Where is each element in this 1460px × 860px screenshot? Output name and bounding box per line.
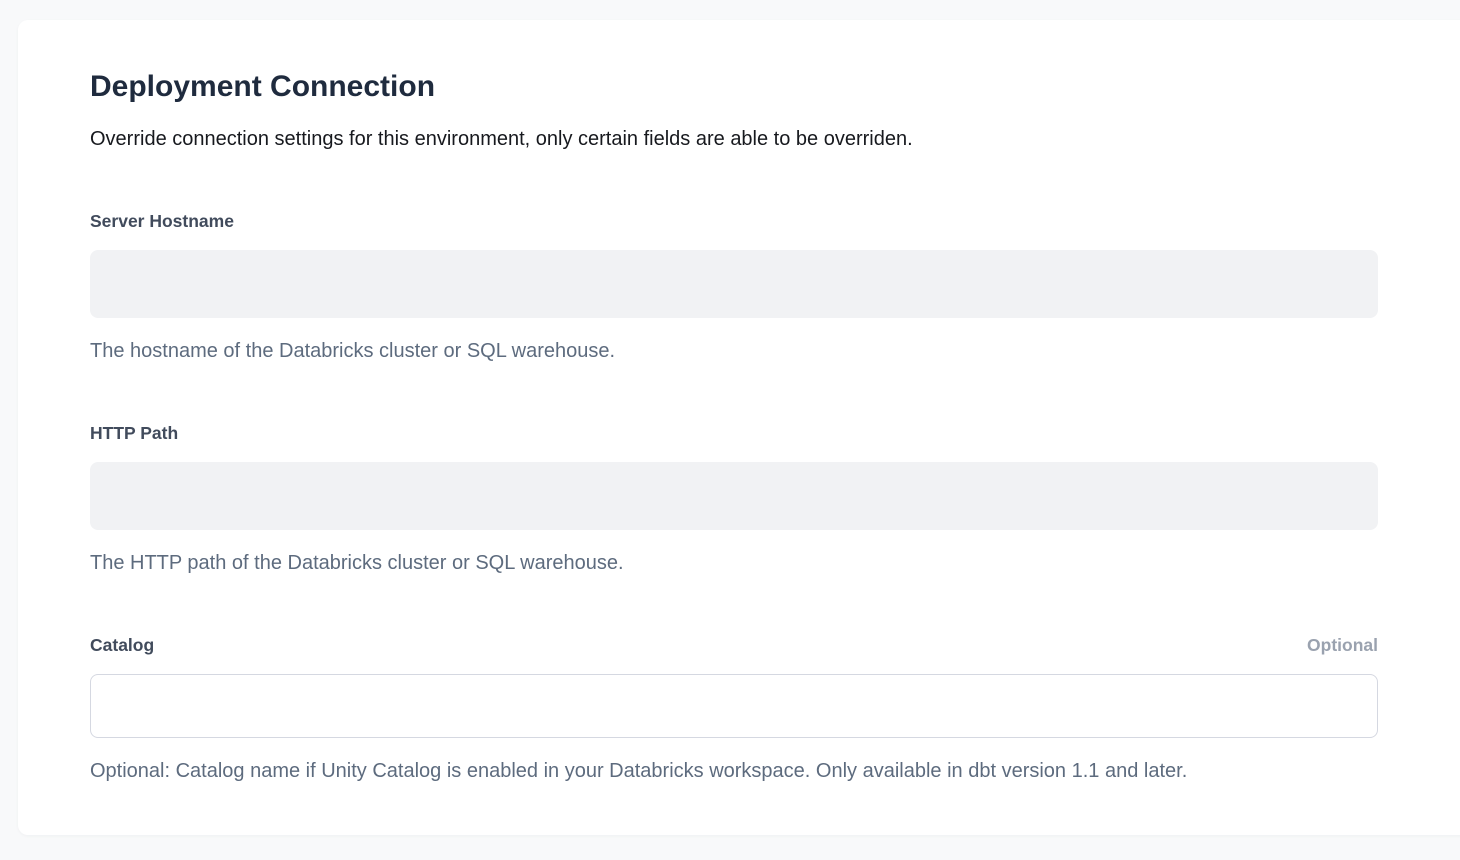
- deployment-connection-card: Deployment Connection Override connectio…: [18, 20, 1460, 835]
- http-path-label: HTTP Path: [90, 422, 178, 444]
- page-title: Deployment Connection: [90, 68, 1378, 106]
- http-path-input: [90, 462, 1378, 530]
- server-hostname-label-row: Server Hostname: [90, 210, 1378, 232]
- catalog-optional-badge: Optional: [1307, 634, 1378, 656]
- catalog-label-row: Catalog Optional: [90, 634, 1378, 656]
- deployment-connection-form: Deployment Connection Override connectio…: [90, 68, 1378, 784]
- catalog-help: Optional: Catalog name if Unity Catalog …: [90, 759, 1378, 784]
- server-hostname-help: The hostname of the Databricks cluster o…: [90, 339, 1378, 364]
- page-subtitle: Override connection settings for this en…: [90, 127, 1378, 152]
- field-group-http-path: HTTP Path The HTTP path of the Databrick…: [90, 422, 1378, 576]
- http-path-help: The HTTP path of the Databricks cluster …: [90, 551, 1378, 576]
- server-hostname-input: [90, 250, 1378, 318]
- server-hostname-label: Server Hostname: [90, 210, 234, 232]
- field-group-catalog: Catalog Optional Optional: Catalog name …: [90, 634, 1378, 784]
- http-path-label-row: HTTP Path: [90, 422, 1378, 444]
- catalog-label: Catalog: [90, 634, 154, 656]
- catalog-input[interactable]: [90, 674, 1378, 738]
- field-group-server-hostname: Server Hostname The hostname of the Data…: [90, 210, 1378, 364]
